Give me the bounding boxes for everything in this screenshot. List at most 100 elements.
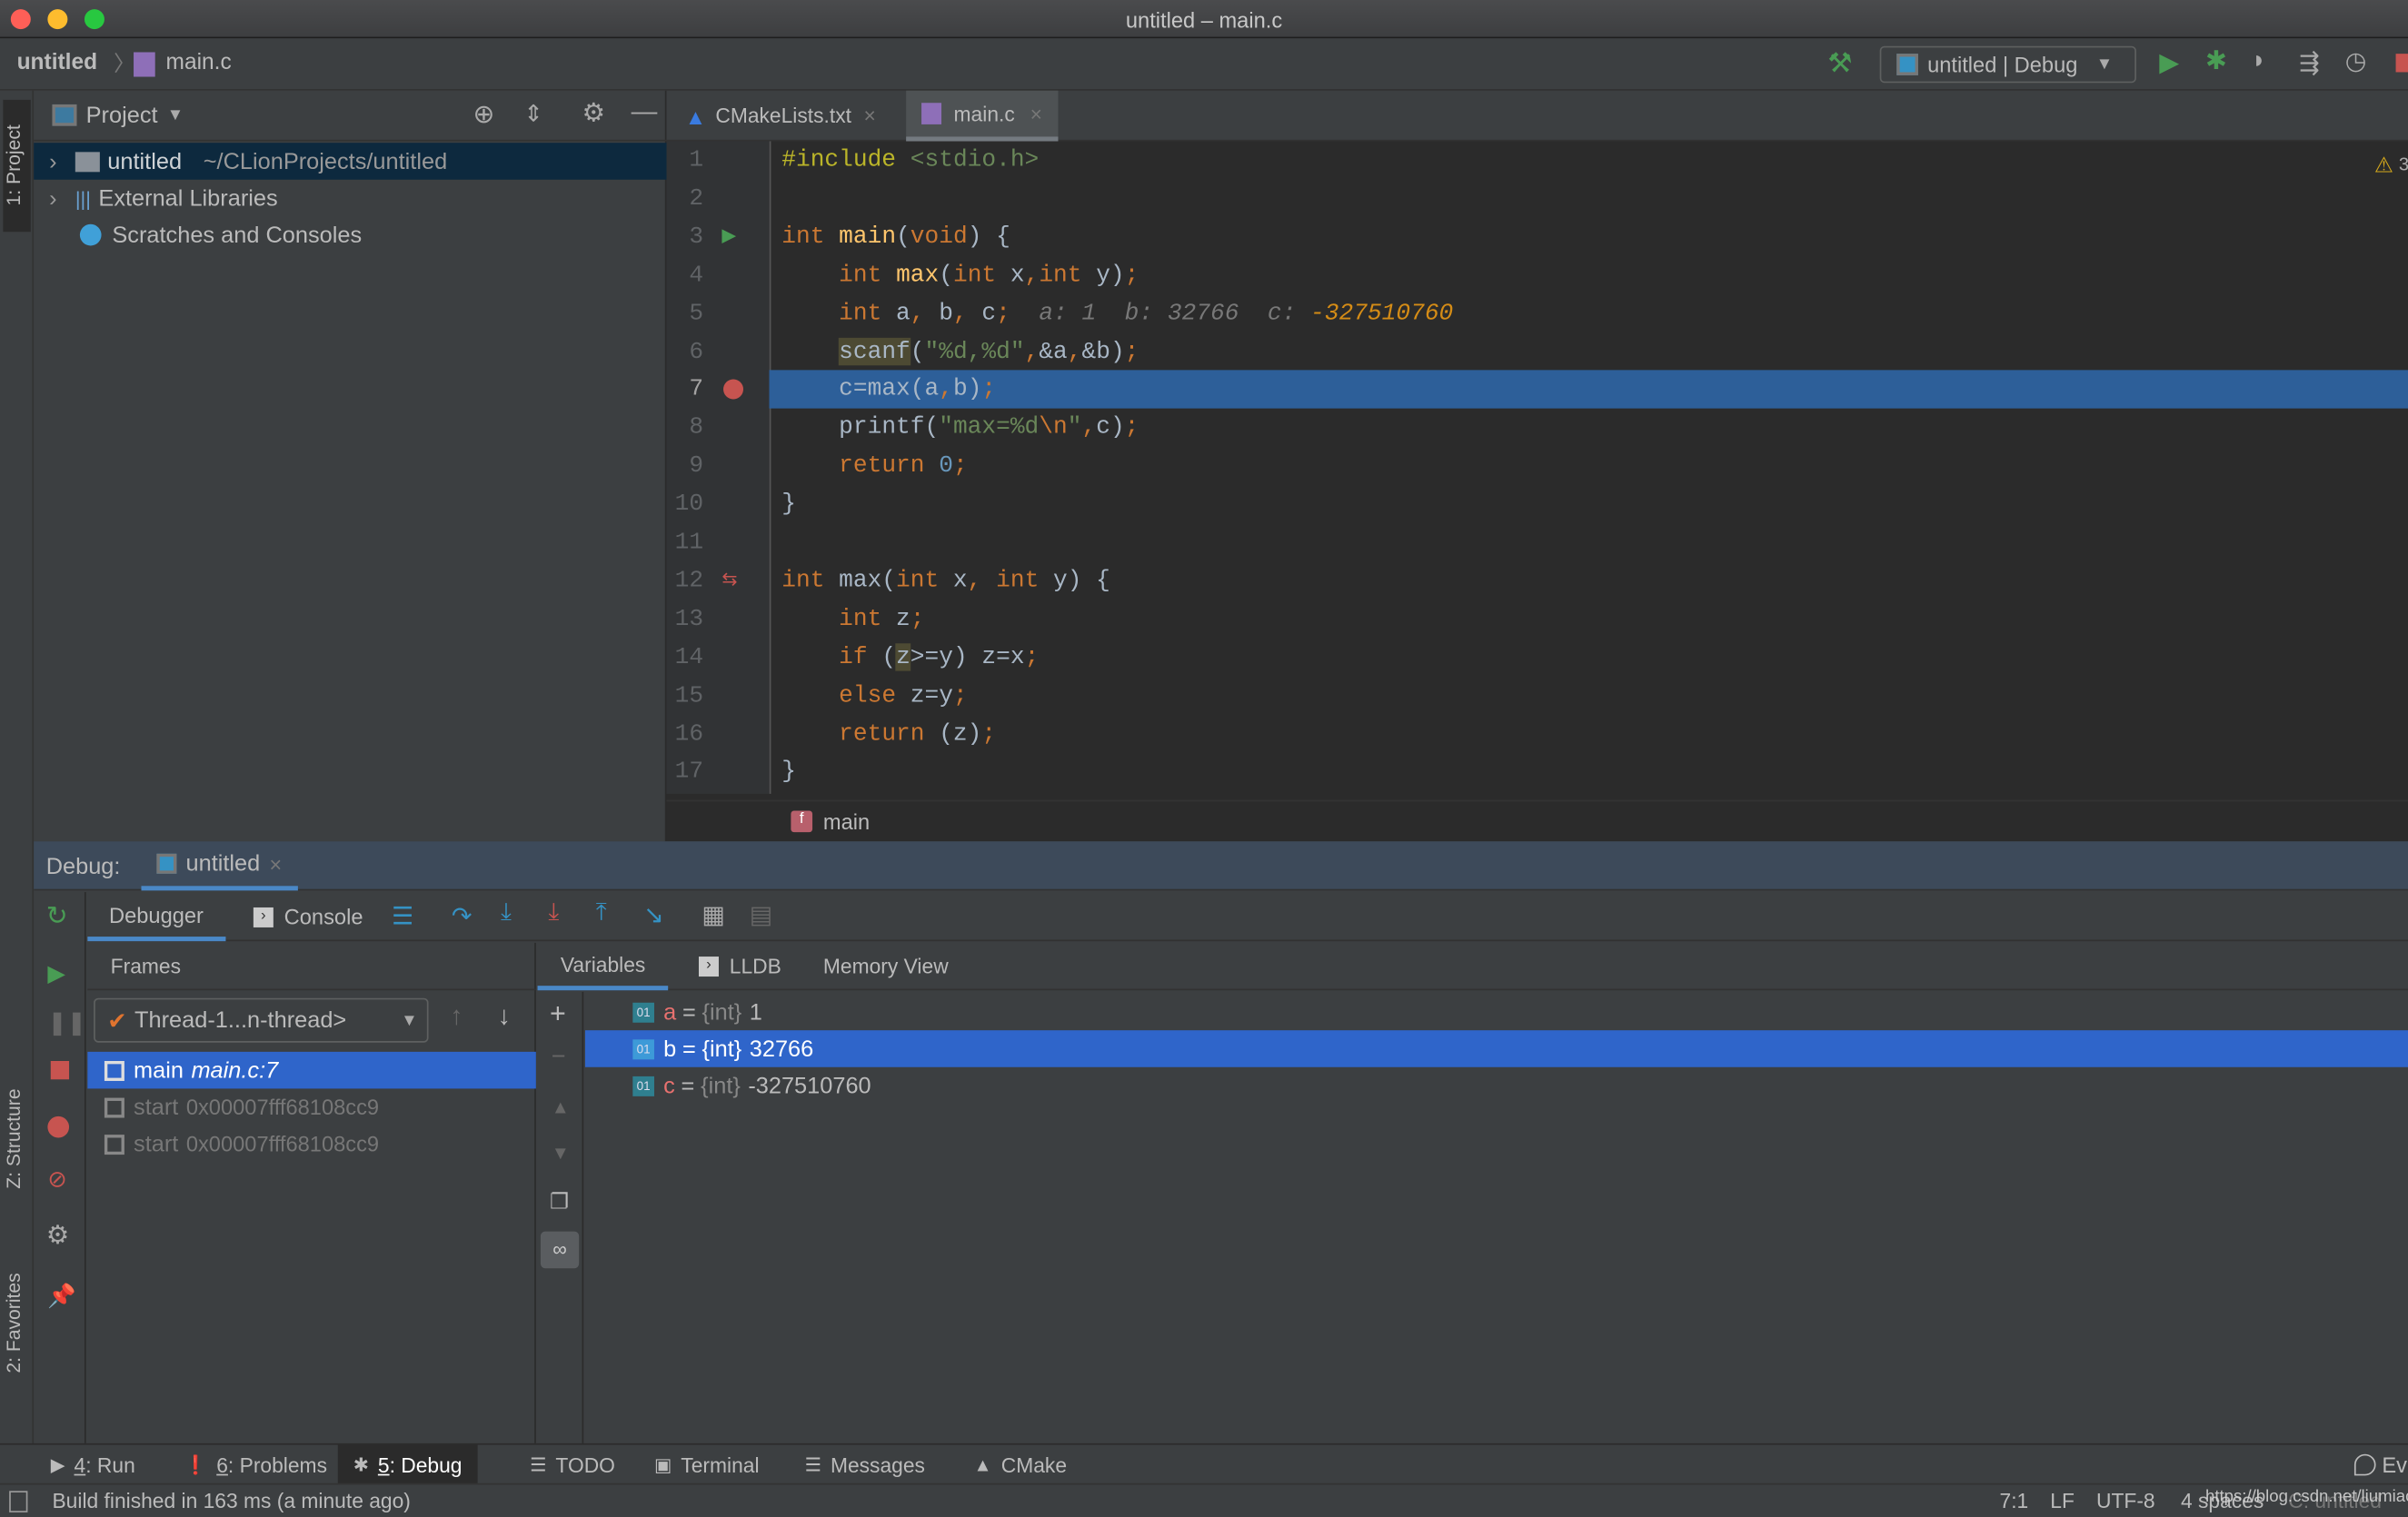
line-number[interactable]: 2 [667, 180, 703, 218]
toolwindow-todo[interactable]: ☰ TODO [530, 1445, 615, 1485]
tab-console[interactable]: › Console [253, 892, 363, 941]
event-log-button[interactable]: Ev [2353, 1445, 2407, 1485]
hide-minus-icon[interactable]: — [632, 96, 658, 127]
step-out-icon[interactable]: ⤒ [596, 900, 607, 927]
project-tool-tab[interactable]: 1: Project [3, 99, 31, 233]
code-line[interactable]: 10} [667, 485, 2408, 523]
run-gutter-icon[interactable]: ▶ [721, 218, 736, 256]
code-line[interactable]: 8 printf("max=%d\n",c); [667, 409, 2408, 447]
tree-item-scratches[interactable]: Scratches and Consoles [34, 216, 666, 253]
favorites-tool-tab[interactable]: 2: Favorites [3, 1273, 25, 1373]
line-number[interactable]: 11 [667, 523, 703, 561]
code-line[interactable]: 15 else z=y; [667, 677, 2408, 715]
mute-breakpoints-icon[interactable]: ⊘ [47, 1165, 66, 1194]
move-down-icon[interactable]: ▼ [552, 1143, 570, 1165]
toolwindow-run[interactable]: ▶ 4: Run [51, 1445, 135, 1485]
tab-lldb[interactable]: › LLDB [698, 943, 781, 990]
debug-bug-icon[interactable]: ✱ [2205, 46, 2227, 77]
line-number[interactable]: 1 [667, 142, 703, 180]
line-number[interactable]: 3 [667, 218, 703, 256]
line-number[interactable]: 8 [667, 409, 703, 447]
rerun-icon[interactable]: ↻ [46, 901, 68, 932]
frame-item[interactable]: main main.c:7 [87, 1051, 536, 1089]
toolwindow-debug[interactable]: ✱ 5: Debug [337, 1444, 478, 1485]
show-watches-glasses-icon[interactable]: ∞ [540, 1231, 580, 1269]
line-number[interactable]: 9 [667, 447, 703, 485]
file-encoding[interactable]: UTF-8 [2096, 1490, 2155, 1512]
view-breakpoints-icon[interactable] [47, 1115, 70, 1138]
resume-icon[interactable]: ▶ [47, 959, 65, 987]
close-tab-icon[interactable]: × [863, 104, 875, 127]
warning-count[interactable]: 3 [2399, 154, 2408, 175]
stop-icon[interactable] [2395, 54, 2408, 73]
line-number[interactable]: 17 [667, 753, 703, 791]
code-line[interactable]: 4 int max(int x,int y); [667, 256, 2408, 294]
code-line[interactable]: 1 #include <stdio.h> [667, 142, 2408, 180]
layout-menu-icon[interactable]: ☰ [392, 901, 413, 932]
variable-row[interactable]: 01 c = {int} -327510760 [585, 1067, 2408, 1105]
tab-debugger[interactable]: Debugger [87, 892, 225, 942]
toolwindow-problems[interactable]: ❗ 6: Problems [184, 1445, 327, 1485]
gear-icon[interactable]: ⚙ [46, 1221, 70, 1252]
tab-cmakelists[interactable]: ▲ CMakeLists.txt × [670, 91, 891, 142]
line-number[interactable]: 10 [667, 485, 703, 523]
line-number[interactable]: 15 [667, 677, 703, 715]
project-view-title[interactable]: Project [86, 102, 158, 128]
chevron-right-icon[interactable]: › [49, 148, 56, 174]
toolwindow-terminal[interactable]: ▣ Terminal [654, 1445, 760, 1485]
close-tab-icon[interactable]: × [269, 851, 282, 876]
line-number[interactable]: 12 [667, 561, 703, 600]
pause-icon[interactable]: ❚❚ [47, 1009, 85, 1036]
debug-session-tab[interactable]: untitled × [141, 841, 298, 891]
code-line[interactable]: 13 int z; [667, 600, 2408, 639]
code-line[interactable]: 2 [667, 180, 2408, 218]
toolwindow-messages[interactable]: ☰ Messages [805, 1445, 925, 1485]
line-number[interactable]: 7 [667, 371, 703, 409]
line-number[interactable]: 16 [667, 715, 703, 753]
code-line[interactable]: 12 ⇆ int max(int x, int y) { [667, 561, 2408, 600]
remove-watch-minus-icon[interactable]: − [552, 1044, 566, 1071]
frame-item[interactable]: start 0x00007fff68108cc9 [87, 1125, 536, 1163]
step-over-icon[interactable]: ↷ [452, 901, 473, 932]
tab-main-c[interactable]: main.c × [906, 90, 1058, 142]
tab-memory-view[interactable]: Memory View [823, 943, 949, 990]
run-to-cursor-icon[interactable]: ↘ [643, 900, 664, 931]
line-number[interactable]: 5 [667, 294, 703, 332]
run-coverage-icon[interactable]: ◗ [2252, 47, 2266, 74]
add-watch-plus-icon[interactable]: + [550, 998, 566, 1030]
tab-variables[interactable]: Variables [537, 943, 669, 991]
variable-row[interactable]: 01 b = {int} 32766 [584, 1030, 2408, 1067]
run-config-select[interactable]: untitled | Debug ▼ [1879, 45, 2136, 84]
breakpoint-icon[interactable] [723, 380, 744, 401]
variable-row[interactable]: 01 a = {int} 1 [585, 994, 2408, 1031]
profile-icon[interactable]: ⇶ [2299, 47, 2320, 78]
line-number[interactable]: 14 [667, 639, 703, 677]
toolwindow-cmake[interactable]: ▲ CMake [974, 1445, 1068, 1485]
previous-frame-arrow-icon[interactable]: ↑ [450, 1001, 463, 1032]
code-line[interactable]: 5 int a, b, c; a: 1 b: 32766 c: -3275107… [667, 294, 2408, 332]
evaluate-expression-icon[interactable]: ▦ [702, 900, 725, 931]
structure-tool-tab[interactable]: Z: Structure [3, 1088, 25, 1188]
breadcrumb-project[interactable]: untitled [17, 51, 97, 75]
line-number[interactable]: 4 [667, 256, 703, 294]
run-icon[interactable]: ▶ [2159, 47, 2179, 78]
chevron-down-icon[interactable]: ▼ [167, 106, 184, 124]
tree-item-external-libraries[interactable]: › ||| External Libraries [34, 180, 666, 217]
breadcrumb-file[interactable]: main.c [166, 51, 232, 75]
line-number[interactable]: 13 [667, 600, 703, 639]
copy-icon[interactable]: ❐ [550, 1188, 569, 1215]
locate-crosshair-icon[interactable]: ⊕ [473, 100, 495, 131]
memory-view-icon[interactable]: ▤ [750, 900, 773, 931]
chevron-right-icon[interactable]: › [49, 185, 56, 212]
tree-item-untitled[interactable]: › untitled ~/CLionProjects/untitled [34, 143, 667, 180]
code-line[interactable]: 3 ▶ int main(void) { [667, 218, 2408, 256]
frame-item[interactable]: start 0x00007fff68108cc9 [87, 1088, 536, 1125]
gear-icon[interactable]: ⚙ [582, 98, 606, 129]
code-line[interactable]: 17} [667, 753, 2408, 791]
line-separator[interactable]: LF [2050, 1490, 2075, 1512]
pin-icon[interactable]: 📌 [47, 1282, 76, 1310]
next-frame-arrow-icon[interactable]: ↓ [498, 1001, 511, 1032]
close-tab-icon[interactable]: × [1030, 102, 1042, 124]
line-number[interactable]: 6 [667, 332, 703, 371]
code-line[interactable]: 6 scanf("%d,%d",&a,&b); [667, 332, 2408, 371]
